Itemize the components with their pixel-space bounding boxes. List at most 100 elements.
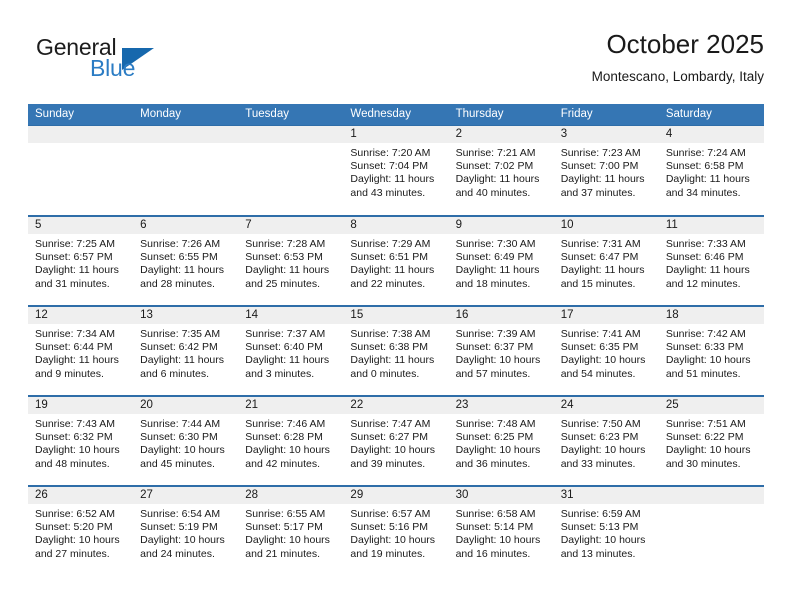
day-cell[interactable]: 30 Sunrise: 6:58 AM Sunset: 5:14 PM Dayligh… bbox=[448, 487, 554, 575]
day-number-band bbox=[133, 126, 239, 143]
day-number: 9 bbox=[455, 219, 462, 231]
weekday-header-tuesday: Tuesday bbox=[245, 108, 289, 120]
day-detail-line: Daylight: 11 hours bbox=[140, 354, 224, 367]
weekday-header-friday: Friday bbox=[560, 108, 593, 120]
day-detail-line: and 6 minutes. bbox=[140, 367, 210, 380]
day-detail-line: Daylight: 11 hours bbox=[350, 173, 435, 186]
day-cell[interactable]: 23 Sunrise: 7:48 AM Sunset: 6:25 PM Dayligh… bbox=[448, 397, 554, 485]
day-detail-line: Sunset: 6:25 PM bbox=[455, 431, 534, 444]
day-number-band: 27 bbox=[133, 487, 239, 504]
day-cell[interactable]: 15 Sunrise: 7:38 AM Sunset: 6:38 PM Dayligh… bbox=[343, 307, 449, 395]
day-detail-line: Sunset: 6:55 PM bbox=[140, 251, 218, 264]
day-cell[interactable]: 19 Sunrise: 7:43 AM Sunset: 6:32 PM Dayligh… bbox=[28, 397, 134, 485]
day-cell[interactable]: 2 Sunrise: 7:21 AM Sunset: 7:02 PM Daylight… bbox=[448, 126, 554, 215]
day-cell[interactable]: 11 Sunrise: 7:33 AM Sunset: 6:46 PM Dayligh… bbox=[658, 217, 764, 305]
day-detail-line: Sunset: 7:04 PM bbox=[350, 160, 429, 173]
day-detail-line: Sunset: 5:19 PM bbox=[140, 521, 218, 534]
day-number: 25 bbox=[665, 399, 679, 411]
title-block: October 2025 Montescano, Lombardy, Italy bbox=[592, 28, 764, 87]
day-cell[interactable]: 4 Sunrise: 7:24 AM Sunset: 6:58 PM Daylight… bbox=[658, 126, 764, 215]
day-detail-line: Daylight: 11 hours bbox=[665, 173, 750, 186]
day-detail-line: and 34 minutes. bbox=[665, 186, 741, 199]
day-cell[interactable]: 1 Sunrise: 7:20 AM Sunset: 7:04 PM Daylight… bbox=[343, 126, 449, 215]
day-cell[interactable]: 5 Sunrise: 7:25 AM Sunset: 6:57 PM Daylight… bbox=[28, 217, 134, 305]
day-detail-line: Sunset: 6:33 PM bbox=[665, 341, 744, 354]
day-cell[interactable]: 28 Sunrise: 6:55 AM Sunset: 5:17 PM Dayligh… bbox=[238, 487, 344, 575]
day-detail-line: Sunrise: 7:21 AM bbox=[455, 147, 536, 159]
day-cell[interactable]: 31 Sunrise: 6:59 AM Sunset: 5:13 PM Dayligh… bbox=[553, 487, 659, 575]
day-number-band: 20 bbox=[133, 397, 239, 414]
day-number: 21 bbox=[245, 399, 259, 411]
day-detail-line: and 25 minutes. bbox=[245, 277, 320, 290]
day-number: 28 bbox=[245, 489, 259, 501]
day-cell[interactable]: 14 Sunrise: 7:37 AM Sunset: 6:40 PM Dayligh… bbox=[238, 307, 344, 395]
day-detail-line: and 16 minutes. bbox=[455, 547, 531, 560]
day-cell[interactable]: 3 Sunrise: 7:23 AM Sunset: 7:00 PM Daylight… bbox=[553, 126, 659, 215]
day-details: Sunrise: 7:37 AM Sunset: 6:40 PM Daylight:… bbox=[238, 324, 343, 381]
day-details: Sunrise: 7:43 AM Sunset: 6:32 PM Daylight:… bbox=[28, 414, 133, 471]
day-number: 4 bbox=[665, 128, 673, 140]
day-number: 14 bbox=[245, 309, 259, 321]
day-cell[interactable]: 24 Sunrise: 7:50 AM Sunset: 6:23 PM Dayligh… bbox=[553, 397, 659, 485]
day-detail-line: and 22 minutes. bbox=[350, 277, 426, 290]
day-detail-line: Sunrise: 7:30 AM bbox=[455, 238, 536, 250]
day-cell[interactable]: 13 Sunrise: 7:35 AM Sunset: 6:42 PM Dayligh… bbox=[133, 307, 239, 395]
day-cell-empty bbox=[658, 487, 764, 575]
day-details: Sunrise: 7:26 AM Sunset: 6:55 PM Daylight:… bbox=[133, 234, 238, 291]
day-cell[interactable]: 27 Sunrise: 6:54 AM Sunset: 5:19 PM Dayligh… bbox=[133, 487, 239, 575]
day-detail-line: Daylight: 10 hours bbox=[245, 444, 330, 457]
day-cell[interactable]: 21 Sunrise: 7:46 AM Sunset: 6:28 PM Dayligh… bbox=[238, 397, 344, 485]
day-cell[interactable]: 25 Sunrise: 7:51 AM Sunset: 6:22 PM Dayligh… bbox=[658, 397, 764, 485]
day-detail-line: Sunrise: 6:57 AM bbox=[350, 508, 431, 520]
day-details: Sunrise: 7:47 AM Sunset: 6:27 PM Daylight:… bbox=[343, 414, 448, 471]
day-number-band: 30 bbox=[448, 487, 554, 504]
day-cell[interactable]: 9 Sunrise: 7:30 AM Sunset: 6:49 PM Daylight… bbox=[448, 217, 554, 305]
day-detail-line: Daylight: 11 hours bbox=[350, 264, 435, 277]
brand-logo[interactable]: General Blue bbox=[28, 34, 258, 94]
day-detail-line: Sunset: 6:51 PM bbox=[350, 251, 429, 264]
day-cell[interactable]: 12 Sunrise: 7:34 AM Sunset: 6:44 PM Dayligh… bbox=[28, 307, 134, 395]
day-detail-line: Daylight: 10 hours bbox=[560, 354, 646, 367]
day-detail-line: Sunset: 6:37 PM bbox=[455, 341, 534, 354]
day-number-band: 3 bbox=[553, 126, 659, 143]
day-detail-line: Sunset: 6:22 PM bbox=[665, 431, 744, 444]
day-detail-line: and 21 minutes. bbox=[245, 547, 320, 560]
day-number-band: 13 bbox=[133, 307, 239, 324]
day-cell[interactable]: 6 Sunrise: 7:26 AM Sunset: 6:55 PM Daylight… bbox=[133, 217, 239, 305]
day-detail-line: and 3 minutes. bbox=[245, 367, 315, 380]
day-detail-line: Sunrise: 7:23 AM bbox=[560, 147, 641, 159]
day-details: Sunrise: 7:33 AM Sunset: 6:46 PM Daylight:… bbox=[659, 234, 764, 291]
day-number-band: 19 bbox=[28, 397, 134, 414]
day-cell[interactable]: 8 Sunrise: 7:29 AM Sunset: 6:51 PM Daylight… bbox=[343, 217, 449, 305]
day-cell[interactable]: 16 Sunrise: 7:39 AM Sunset: 6:37 PM Dayligh… bbox=[448, 307, 554, 395]
page-subtitle: Montescano, Lombardy, Italy bbox=[591, 69, 764, 84]
day-detail-line: and 18 minutes. bbox=[455, 277, 531, 290]
day-detail-line: Sunrise: 7:39 AM bbox=[455, 328, 536, 340]
day-cell[interactable]: 20 Sunrise: 7:44 AM Sunset: 6:30 PM Dayligh… bbox=[133, 397, 239, 485]
day-detail-line: Sunset: 6:53 PM bbox=[245, 251, 323, 264]
day-number: 31 bbox=[560, 489, 574, 501]
day-details: Sunrise: 7:28 AM Sunset: 6:53 PM Daylight:… bbox=[238, 234, 343, 291]
day-number: 12 bbox=[35, 309, 48, 321]
day-details: Sunrise: 7:42 AM Sunset: 6:33 PM Daylight:… bbox=[659, 324, 764, 381]
day-detail-line: Sunset: 6:47 PM bbox=[560, 251, 639, 264]
day-detail-line: Sunrise: 7:38 AM bbox=[350, 328, 431, 340]
day-detail-line: Sunrise: 7:29 AM bbox=[350, 238, 431, 250]
day-cell[interactable]: 18 Sunrise: 7:42 AM Sunset: 6:33 PM Dayligh… bbox=[658, 307, 764, 395]
day-details bbox=[238, 143, 343, 147]
day-detail-line: and 45 minutes. bbox=[140, 457, 215, 470]
day-cell[interactable]: 26 Sunrise: 6:52 AM Sunset: 5:20 PM Dayligh… bbox=[28, 487, 134, 575]
day-cell[interactable]: 29 Sunrise: 6:57 AM Sunset: 5:16 PM Dayligh… bbox=[343, 487, 449, 575]
day-detail-line: and 27 minutes. bbox=[35, 547, 110, 560]
day-number-band: 17 bbox=[553, 307, 659, 324]
day-number: 30 bbox=[455, 489, 469, 501]
day-cell[interactable]: 10 Sunrise: 7:31 AM Sunset: 6:47 PM Dayligh… bbox=[553, 217, 659, 305]
day-detail-line: Sunrise: 7:41 AM bbox=[560, 328, 641, 340]
day-cell[interactable]: 22 Sunrise: 7:47 AM Sunset: 6:27 PM Dayligh… bbox=[343, 397, 449, 485]
day-cell[interactable]: 17 Sunrise: 7:41 AM Sunset: 6:35 PM Dayligh… bbox=[553, 307, 659, 395]
day-details: Sunrise: 6:52 AM Sunset: 5:20 PM Daylight:… bbox=[28, 504, 133, 561]
day-detail-line: Daylight: 10 hours bbox=[455, 534, 541, 547]
day-cell[interactable]: 7 Sunrise: 7:28 AM Sunset: 6:53 PM Daylight… bbox=[238, 217, 344, 305]
day-detail-line: Sunset: 6:23 PM bbox=[560, 431, 639, 444]
day-detail-line: Sunset: 6:35 PM bbox=[560, 341, 639, 354]
